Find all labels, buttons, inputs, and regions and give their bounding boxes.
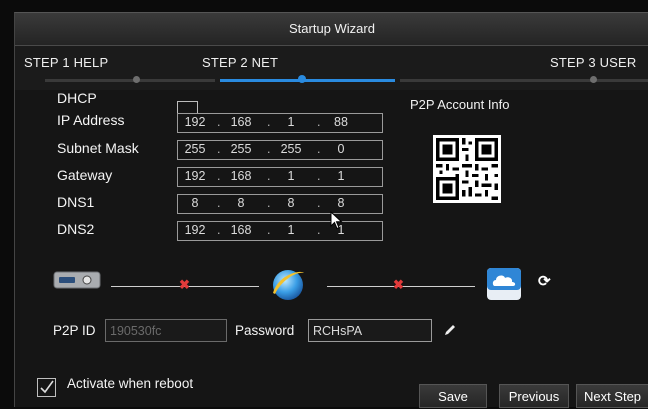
- activate-when-reboot-label: Activate when reboot: [67, 376, 194, 391]
- ip-address-label: IP Address: [57, 112, 125, 128]
- disconnected-x-icon: ✖: [179, 277, 190, 292]
- dns1-label: DNS1: [57, 194, 95, 210]
- gateway-input[interactable]: 192 . 168 . 1 . 1: [177, 167, 383, 187]
- gw-octet-1: 192: [184, 169, 206, 183]
- mask-octet-3: 255: [280, 142, 302, 156]
- dns1-octet-1: 8: [191, 196, 199, 210]
- ip-address-input[interactable]: 192 . 168 . 1 . 88: [177, 113, 383, 133]
- step-2-marker: [298, 75, 306, 83]
- password-label: Password: [235, 323, 295, 338]
- mouse-cursor-icon: [330, 211, 343, 230]
- dns2-input[interactable]: 192 . 168 . 1 . 1: [177, 221, 383, 241]
- subnet-mask-input[interactable]: 255 . 255 . 255 . 0: [177, 140, 383, 160]
- step-1-marker: [133, 76, 140, 83]
- step-2-net[interactable]: STEP 2 NET: [202, 55, 278, 70]
- dns2-octet-3: 1: [287, 223, 295, 237]
- save-button[interactable]: Save: [419, 384, 487, 408]
- subnet-mask-label: Subnet Mask: [57, 140, 139, 156]
- step-track-2-active: [220, 79, 395, 82]
- gw-octet-2: 168: [230, 169, 252, 183]
- dns1-octet-3: 8: [287, 196, 295, 210]
- dvr-device-icon: [53, 271, 101, 289]
- p2p-id-label: P2P ID: [53, 323, 96, 338]
- mask-octet-1: 255: [184, 142, 206, 156]
- ip-octet-1: 192: [184, 115, 206, 129]
- next-step-button[interactable]: Next Step: [576, 384, 648, 408]
- step-track-3: [400, 79, 648, 82]
- cloud-icon: [487, 268, 521, 300]
- p2p-account-info-title: P2P Account Info: [410, 97, 510, 112]
- password-field[interactable]: RCHsPA: [308, 319, 432, 342]
- dns2-octet-1: 192: [184, 223, 206, 237]
- pencil-edit-icon[interactable]: [443, 323, 457, 337]
- dns1-octet-2: 8: [237, 196, 245, 210]
- qr-code-icon: [433, 135, 501, 203]
- step-1-help[interactable]: STEP 1 HELP: [24, 55, 108, 70]
- dns1-input[interactable]: 8 . 8 . 8 . 8: [177, 194, 383, 214]
- gateway-label: Gateway: [57, 167, 113, 183]
- qr-code: [433, 135, 501, 203]
- wizard-steps: STEP 1 HELP STEP 2 NET STEP 3 USER: [15, 46, 648, 90]
- previous-button[interactable]: Previous: [499, 384, 569, 408]
- dhcp-label: DHCP: [57, 90, 97, 106]
- startup-wizard-window: Startup Wizard STEP 1 HELP STEP 2 NET ST…: [14, 12, 648, 408]
- p2p-id-field: 190530fc: [105, 319, 227, 342]
- refresh-icon[interactable]: ⟳: [538, 272, 551, 290]
- disconnected-x-icon: ✖: [393, 277, 404, 292]
- activate-checkbox[interactable]: [37, 378, 56, 397]
- dns1-octet-4: 8: [337, 196, 345, 210]
- step-track-1: [45, 79, 215, 82]
- checkmark-icon: [40, 380, 54, 394]
- ip-octet-4: 88: [334, 115, 348, 129]
- ip-octet-3: 1: [287, 115, 295, 129]
- dns2-label: DNS2: [57, 221, 95, 237]
- dns2-octet-2: 168: [230, 223, 252, 237]
- mask-octet-4: 0: [337, 142, 345, 156]
- step-3-marker: [590, 76, 597, 83]
- internet-globe-icon: [273, 270, 304, 300]
- ip-octet-2: 168: [230, 115, 252, 129]
- title-bar: Startup Wizard: [15, 13, 648, 46]
- gw-octet-3: 1: [287, 169, 295, 183]
- mask-octet-2: 255: [230, 142, 252, 156]
- window-title: Startup Wizard: [289, 21, 375, 36]
- step-3-user[interactable]: STEP 3 USER: [550, 55, 637, 70]
- gw-octet-4: 1: [337, 169, 345, 183]
